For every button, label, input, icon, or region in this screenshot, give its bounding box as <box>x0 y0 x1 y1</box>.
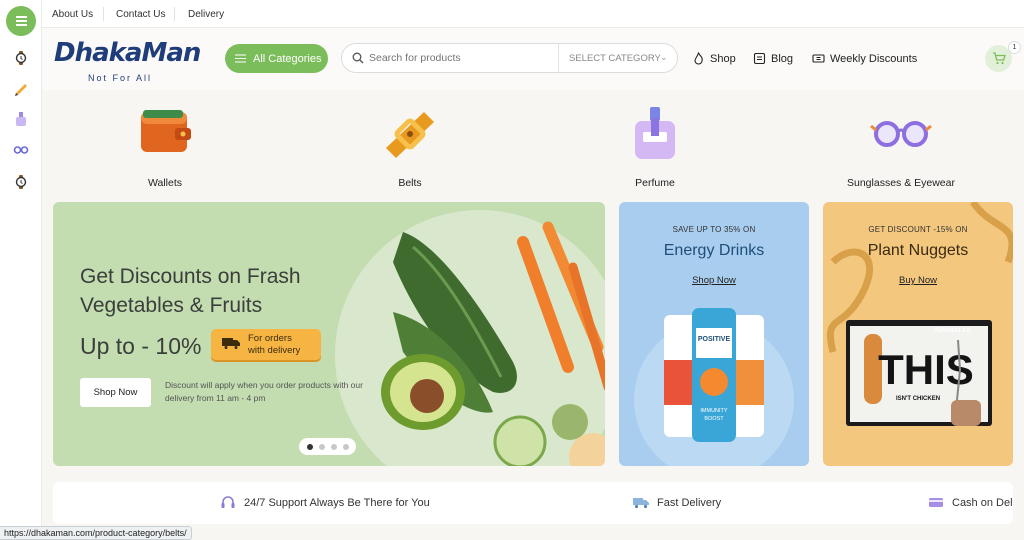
perfume-bottle-icon <box>635 107 675 159</box>
promo-title: Plant Nuggets <box>867 242 969 259</box>
promo-kicker: GET DISCOUNT -15% ON <box>868 225 968 234</box>
plant-nuggets-pack-image: VERSION 2.0 THIS ISN'T CHICKEN <box>846 320 992 426</box>
can-line2-text: BOOST <box>704 416 724 422</box>
watch-icon[interactable] <box>13 174 29 190</box>
flame-icon <box>694 52 703 65</box>
carousel-dot[interactable] <box>342 443 349 450</box>
perfume-icon[interactable] <box>13 111 29 127</box>
energy-drink-cans-image: POSITIVE IMMUNITY BOOST <box>634 308 794 466</box>
pack-sub-text: ISN'T CHICKEN <box>896 396 940 402</box>
feature-cash-on-delivery-label: Cash on Deli <box>952 496 1013 509</box>
hero-banner[interactable]: Get Discounts on Frash Vegetables & Frui… <box>53 202 605 466</box>
category-label: Sunglasses & Eyewear <box>847 177 955 189</box>
orders-badge-line2: with delivery <box>248 345 301 356</box>
hero-shop-now-button[interactable]: Shop Now <box>80 378 151 407</box>
delivery-link[interactable]: Delivery <box>188 9 224 20</box>
pen-icon[interactable] <box>13 80 29 96</box>
left-sidebar <box>0 0 42 540</box>
watch-icon[interactable] <box>13 50 29 66</box>
category-select[interactable]: SELECT CATEGORY <box>569 53 661 64</box>
cart-icon <box>992 52 1006 65</box>
delivery-truck-icon <box>633 498 649 509</box>
feature-support-label: 24/7 Support Always Be There for You <box>244 496 430 509</box>
cart-count-badge: 1 <box>1008 41 1021 54</box>
nav-blog[interactable]: Blog <box>753 52 793 65</box>
carousel-dot[interactable] <box>318 443 325 450</box>
divider <box>103 7 104 21</box>
ticket-icon <box>812 54 825 63</box>
promo-title: Energy Drinks <box>663 242 765 259</box>
chevron-down-icon[interactable]: ⌄ <box>660 52 668 63</box>
pack-version-text: VERSION 2.0 <box>933 328 971 334</box>
category-wallets[interactable]: Wallets <box>100 100 230 189</box>
hero-discount-note: Discount will apply when you order produ… <box>165 380 363 403</box>
cash-icon <box>929 498 943 507</box>
can-line1-text: IMMUNITY <box>700 408 728 414</box>
wallet-icon <box>141 110 191 152</box>
brand-logo[interactable]: DhakaMan Not For All <box>54 32 204 86</box>
about-us-link[interactable]: About Us <box>52 9 93 20</box>
divider <box>174 7 175 21</box>
header: DhakaMan Not For All All Categories SELE… <box>42 28 1024 90</box>
nav-weekly-discounts[interactable]: Weekly Discounts <box>812 52 917 65</box>
all-categories-label: All Categories <box>253 52 322 65</box>
promo-buy-now-link[interactable]: Buy Now <box>823 275 1013 286</box>
truck-icon <box>222 338 240 349</box>
brand-tagline: Not For All <box>88 73 153 83</box>
category-sunglasses-eyewear[interactable]: Sunglasses & Eyewear <box>836 100 966 189</box>
promo-kicker: SAVE UP TO 35% ON <box>672 225 756 234</box>
features-bar: 24/7 Support Always Be There for You Fas… <box>53 482 1013 524</box>
nav-shop[interactable]: Shop <box>692 52 736 65</box>
promo-energy-drinks[interactable]: SAVE UP TO 35% ON Energy Drinks Shop Now… <box>619 202 809 466</box>
hamburger-icon <box>235 57 246 60</box>
carousel-dot-active[interactable] <box>306 443 313 450</box>
feature-cash-on-delivery: Cash on Deli <box>928 496 1013 509</box>
category-belts[interactable]: Belts <box>345 100 475 189</box>
feature-support: 24/7 Support Always Be There for You <box>220 496 430 509</box>
divider <box>558 44 559 72</box>
hero-heading: Get Discounts on Frash Vegetables & Frui… <box>80 265 301 317</box>
category-perfume[interactable]: Perfume <box>590 100 720 189</box>
glasses-icon[interactable] <box>13 142 29 158</box>
search-input[interactable] <box>369 50 549 66</box>
delivery-orders-badge: For orders with delivery <box>211 329 321 360</box>
hero-discount: Up to - 10% <box>80 333 202 359</box>
nav-blog-label: Blog <box>771 52 794 65</box>
cart-button[interactable]: 1 <box>985 41 1021 72</box>
promo-plant-nuggets[interactable]: GET DISCOUNT -15% ON Plant Nuggets Buy N… <box>823 202 1013 466</box>
vegetables-image <box>381 221 605 466</box>
belt-icon <box>386 112 434 158</box>
blog-icon <box>753 52 766 65</box>
menu-icon[interactable] <box>6 6 36 36</box>
nav-weekly-discounts-label: Weekly Discounts <box>830 52 918 65</box>
all-categories-button[interactable]: All Categories <box>225 44 328 73</box>
nav-shop-label: Shop <box>710 52 736 65</box>
carousel-dot[interactable] <box>330 443 337 450</box>
search-bar: SELECT CATEGORY ⌄ <box>341 43 678 73</box>
feature-fast-delivery: Fast Delivery <box>633 496 721 509</box>
headset-icon <box>221 496 235 508</box>
top-bar: About Us Contact Us Delivery <box>42 0 1024 28</box>
category-label: Wallets <box>147 177 183 189</box>
search-icon[interactable] <box>352 52 364 64</box>
category-label: Belts <box>398 177 422 189</box>
contact-us-link[interactable]: Contact Us <box>116 9 165 20</box>
feature-fast-delivery-label: Fast Delivery <box>657 496 722 509</box>
promo-shop-now-link[interactable]: Shop Now <box>619 275 809 286</box>
brand-name: DhakaMan <box>54 38 201 68</box>
can-brand-text: POSITIVE <box>698 336 731 343</box>
carousel-dots <box>299 438 356 455</box>
orders-badge-line1: For orders <box>248 333 292 344</box>
category-label: Perfume <box>635 177 675 189</box>
browser-status-url: https://dhakaman.com/product-category/be… <box>0 526 192 540</box>
sunglasses-icon <box>870 121 932 147</box>
